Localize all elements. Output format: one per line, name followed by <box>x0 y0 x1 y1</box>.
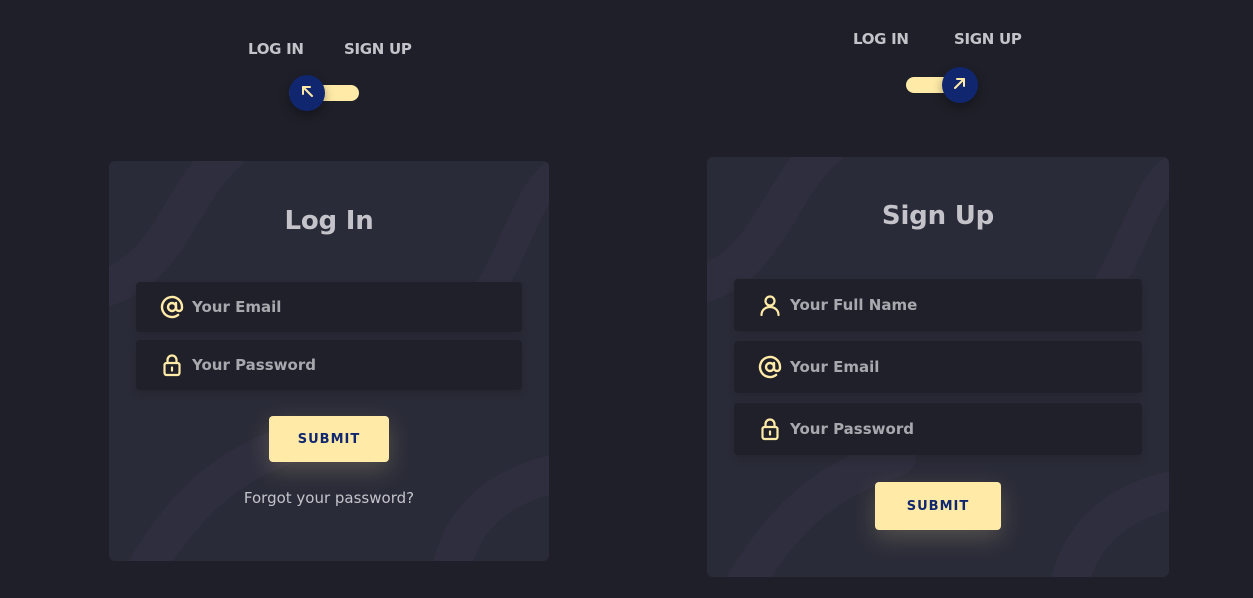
full-name-field[interactable] <box>734 279 1142 331</box>
mode-switch-knob[interactable] <box>289 75 325 111</box>
mode-label-signup[interactable]: SIGN UP <box>954 30 1022 48</box>
password-field[interactable] <box>136 340 522 390</box>
email-field[interactable] <box>734 341 1142 393</box>
at-sign-icon <box>160 295 184 319</box>
card-title: Log In <box>284 206 374 236</box>
full-name-input[interactable] <box>790 279 1128 331</box>
password-input[interactable] <box>790 403 1128 455</box>
signup-card: Sign Up Your Full Name Your Email SUBMIT <box>707 157 1169 577</box>
email-input[interactable] <box>790 341 1128 393</box>
submit-button[interactable]: SUBMIT <box>875 482 1001 530</box>
login-card: Log In SUBMIT Forgot your password? <box>109 161 549 561</box>
submit-button[interactable]: SUBMIT <box>269 416 389 462</box>
mode-label-login[interactable]: LOG IN <box>853 30 909 48</box>
lock-icon <box>758 417 782 441</box>
password-input[interactable] <box>192 340 508 390</box>
card-title: Sign Up <box>881 201 995 231</box>
password-field[interactable] <box>734 403 1142 455</box>
mode-label-login[interactable]: LOG IN <box>248 40 304 58</box>
forgot-password-link[interactable]: Forgot your password? <box>109 489 549 507</box>
arrow-up-right-icon <box>952 75 968 95</box>
mode-switch-knob[interactable] <box>942 67 978 103</box>
signup-panel: LOG IN SIGN UP Sign Up Your Full Name Yo… <box>626 0 1253 598</box>
mode-label-signup[interactable]: SIGN UP <box>344 40 412 58</box>
arrow-up-left-icon <box>299 83 315 103</box>
email-input[interactable] <box>192 282 508 332</box>
email-field[interactable] <box>136 282 522 332</box>
user-icon <box>758 293 782 317</box>
login-panel: LOG IN SIGN UP Log In Your Email SUBMIT … <box>0 0 626 598</box>
at-sign-icon <box>758 355 782 379</box>
lock-icon <box>160 353 184 377</box>
